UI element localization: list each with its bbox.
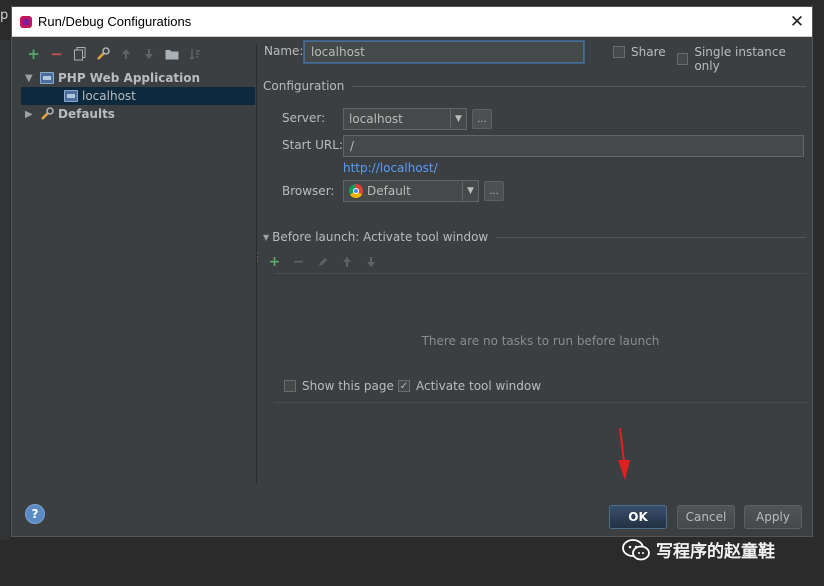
- section-divider: [496, 236, 806, 238]
- sort-icon[interactable]: [186, 46, 203, 63]
- watermark-text: 写程序的赵童鞋: [656, 542, 775, 562]
- browser-value-wrap: Default: [344, 184, 462, 198]
- edit-task-icon[interactable]: [314, 253, 331, 270]
- browser-select[interactable]: Default ▼: [343, 180, 479, 202]
- chevron-down-icon[interactable]: ▼: [462, 181, 478, 201]
- empty-tasks-message: There are no tasks to run before launch: [421, 334, 660, 348]
- show-page-checkbox[interactable]: [284, 380, 296, 392]
- config-form: Name: localhost Share Single instance on…: [262, 41, 807, 491]
- help-button[interactable]: ?: [25, 504, 45, 524]
- move-up-icon[interactable]: [117, 46, 134, 63]
- before-launch-heading[interactable]: Before launch: Activate tool window: [272, 230, 488, 244]
- tree-toolbar: + −: [21, 44, 255, 64]
- tree-node-localhost[interactable]: localhost: [21, 87, 255, 105]
- config-tree: ▼ PHP Web Application localhost ▶ Defaul…: [21, 69, 255, 123]
- tree-node-label: localhost: [82, 89, 136, 103]
- config-tree-panel: + − ▼ PHP Web Application localhost ▶ De…: [21, 44, 255, 484]
- tree-node-defaults[interactable]: ▶ Defaults: [21, 105, 255, 123]
- copy-icon[interactable]: [71, 46, 88, 63]
- url-preview-link[interactable]: http://localhost/: [343, 161, 438, 175]
- tree-node-php-web-app[interactable]: ▼ PHP Web Application: [21, 69, 255, 87]
- activate-tool-window-label: Activate tool window: [416, 379, 542, 393]
- run-debug-dialog: Run/Debug Configurations ✕ + − ▼ PHP Web…: [11, 6, 813, 537]
- collapsed-arrow-icon[interactable]: ▶: [25, 109, 39, 120]
- move-down-icon[interactable]: [362, 253, 379, 270]
- ok-button[interactable]: OK: [609, 505, 667, 529]
- expanded-arrow-icon[interactable]: ▼: [263, 233, 269, 242]
- cancel-button[interactable]: Cancel: [677, 505, 735, 529]
- chrome-icon: [349, 184, 363, 198]
- watermark: 写程序的赵童鞋: [622, 537, 775, 562]
- remove-icon[interactable]: −: [48, 46, 65, 63]
- server-browse-button[interactable]: ...: [472, 109, 492, 129]
- dialog-titlebar: Run/Debug Configurations ✕: [12, 7, 812, 37]
- annotation-arrow: [618, 427, 630, 480]
- server-value: localhost: [349, 112, 403, 126]
- editor-gutter: [0, 40, 10, 540]
- expanded-arrow-icon[interactable]: ▼: [25, 73, 39, 84]
- server-select[interactable]: localhost ▼: [343, 108, 467, 130]
- editor-edge-text: p: [0, 8, 9, 23]
- splitter-grip-icon[interactable]: · · ·: [256, 250, 260, 267]
- dialog-title: Run/Debug Configurations: [38, 14, 192, 29]
- tree-node-label: PHP Web Application: [58, 71, 201, 85]
- show-page-label: Show this page: [302, 379, 394, 393]
- php-web-app-icon: [63, 89, 79, 103]
- chevron-down-icon[interactable]: ▼: [450, 109, 466, 129]
- server-label: Server:: [282, 111, 326, 125]
- single-instance-label: Single instance only: [694, 45, 786, 73]
- app-icon: [20, 15, 32, 28]
- add-task-icon[interactable]: +: [266, 253, 283, 270]
- move-down-icon[interactable]: [140, 46, 157, 63]
- start-url-input[interactable]: /: [343, 135, 804, 157]
- browser-label: Browser:: [282, 184, 335, 198]
- name-input[interactable]: localhost: [304, 41, 584, 63]
- section-divider: [352, 85, 806, 87]
- name-label: Name:: [264, 44, 304, 58]
- share-checkbox[interactable]: [613, 46, 625, 58]
- browser-value: Default: [367, 184, 411, 198]
- folder-icon[interactable]: [163, 46, 180, 63]
- wrench-icon[interactable]: [94, 46, 111, 63]
- close-icon[interactable]: ✕: [782, 7, 812, 37]
- share-label: Share: [631, 45, 666, 59]
- move-up-icon[interactable]: [338, 253, 355, 270]
- wrench-icon: [39, 107, 55, 121]
- single-instance-checkbox[interactable]: [677, 53, 689, 65]
- apply-button[interactable]: Apply: [744, 505, 802, 529]
- before-launch-toolbar: + −: [266, 253, 379, 270]
- start-url-label: Start URL:: [282, 138, 343, 152]
- tree-node-label: Defaults: [58, 107, 115, 121]
- activate-tool-window-checkbox[interactable]: ✓: [398, 380, 410, 392]
- wechat-icon: [622, 538, 650, 560]
- add-icon[interactable]: +: [25, 46, 42, 63]
- remove-task-icon[interactable]: −: [290, 253, 307, 270]
- configuration-heading: Configuration: [263, 79, 345, 93]
- php-web-app-icon: [39, 71, 55, 85]
- browser-browse-button[interactable]: ...: [484, 181, 504, 201]
